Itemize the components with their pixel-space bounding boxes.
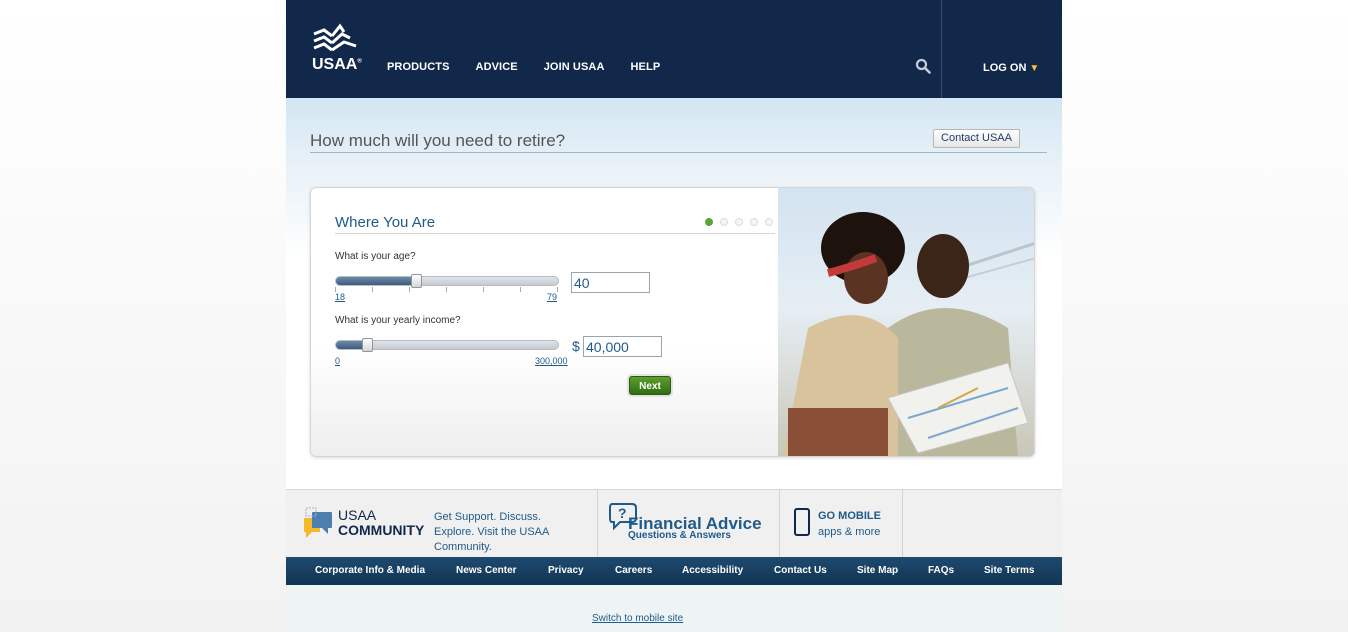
nav-advice[interactable]: ADVICE xyxy=(476,61,518,73)
income-slider[interactable] xyxy=(335,338,559,352)
footer-bottom: Switch to mobile site xyxy=(286,585,1062,632)
footer-link-privacy[interactable]: Privacy xyxy=(548,565,584,576)
header-divider xyxy=(941,0,942,98)
svg-text:?: ? xyxy=(618,505,627,521)
age-question: What is your age? xyxy=(335,251,416,262)
step-dot-5 xyxy=(765,218,773,226)
age-slider[interactable] xyxy=(335,274,559,288)
footer-link-corporate-info[interactable]: Corporate Info & Media xyxy=(315,565,425,576)
income-max-link[interactable]: 300,000 xyxy=(535,356,568,366)
age-slider-fill xyxy=(336,277,416,285)
promo-divider xyxy=(597,490,598,558)
switch-to-mobile-link[interactable]: Switch to mobile site xyxy=(592,613,683,624)
couple-with-map-photo xyxy=(778,188,1034,456)
chevron-down-icon: ▼ xyxy=(1029,63,1040,74)
go-mobile-subtitle[interactable]: apps & more xyxy=(818,526,880,538)
footer-link-careers[interactable]: Careers xyxy=(615,565,652,576)
footer-link-site-terms[interactable]: Site Terms xyxy=(984,565,1034,576)
footer-link-accessibility[interactable]: Accessibility xyxy=(682,565,743,576)
step-dot-2 xyxy=(720,218,728,226)
site-header: USAA® PRODUCTS ADVICE JOIN USAA HELP LOG… xyxy=(286,0,1062,98)
age-max-link[interactable]: 79 xyxy=(547,292,557,302)
currency-symbol: $ xyxy=(572,338,580,354)
step-indicator xyxy=(705,218,773,226)
footer-link-site-map[interactable]: Site Map xyxy=(857,565,898,576)
page: USAA® PRODUCTS ADVICE JOIN USAA HELP LOG… xyxy=(286,0,1062,632)
step-title-divider xyxy=(335,233,775,234)
step-dot-1 xyxy=(705,218,713,226)
community-chat-icon[interactable] xyxy=(302,506,334,540)
search-icon[interactable] xyxy=(915,58,931,74)
step-dot-3 xyxy=(735,218,743,226)
title-divider xyxy=(310,152,1047,153)
step-dot-4 xyxy=(750,218,758,226)
footer-nav: Corporate Info & Media News Center Priva… xyxy=(286,557,1062,585)
next-button[interactable]: Next xyxy=(629,376,671,395)
go-mobile-title[interactable]: GO MOBILE xyxy=(818,510,881,522)
main-nav: PRODUCTS ADVICE JOIN USAA HELP xyxy=(387,61,686,73)
log-on-button[interactable]: LOG ON ▼ xyxy=(983,62,1039,74)
community-title-line2: COMMUNITY xyxy=(338,522,425,538)
age-slider-ticks xyxy=(335,287,559,293)
footer-link-contact-us[interactable]: Contact Us xyxy=(774,565,827,576)
financial-advice-subtitle: Questions & Answers xyxy=(628,530,731,541)
contact-usaa-button[interactable]: Contact USAA xyxy=(933,129,1020,148)
income-question: What is your yearly income? xyxy=(335,315,461,326)
community-text[interactable]: Get Support. Discuss. Explore. Visit the… xyxy=(434,510,584,555)
calculator-card: Where You Are What is your age? 18 79 40… xyxy=(310,187,1035,457)
community-title-line1: USAA xyxy=(338,507,377,523)
log-on-label: LOG ON xyxy=(983,62,1027,74)
mobile-phone-icon[interactable] xyxy=(794,508,810,536)
income-min-link[interactable]: 0 xyxy=(335,356,340,366)
logo-text: USAA® xyxy=(312,56,362,73)
footer-link-faqs[interactable]: FAQs xyxy=(928,565,954,576)
promo-divider xyxy=(902,490,903,558)
page-title: How much will you need to retire? xyxy=(310,131,566,150)
age-slider-thumb[interactable] xyxy=(411,274,422,288)
footer-link-news-center[interactable]: News Center xyxy=(456,565,517,576)
age-min-link[interactable]: 18 xyxy=(335,292,345,302)
community-title[interactable]: USAA COMMUNITY xyxy=(338,508,424,538)
promo-divider xyxy=(779,490,780,558)
age-input[interactable] xyxy=(571,272,650,293)
nav-join-usaa[interactable]: JOIN USAA xyxy=(544,61,605,73)
nav-products[interactable]: PRODUCTS xyxy=(387,61,450,73)
income-input[interactable] xyxy=(583,336,662,357)
promo-strip: USAA COMMUNITY Get Support. Discuss. Exp… xyxy=(286,489,1062,558)
income-slider-thumb[interactable] xyxy=(362,338,373,352)
step-title: Where You Are xyxy=(335,214,436,231)
nav-help[interactable]: HELP xyxy=(631,61,661,73)
